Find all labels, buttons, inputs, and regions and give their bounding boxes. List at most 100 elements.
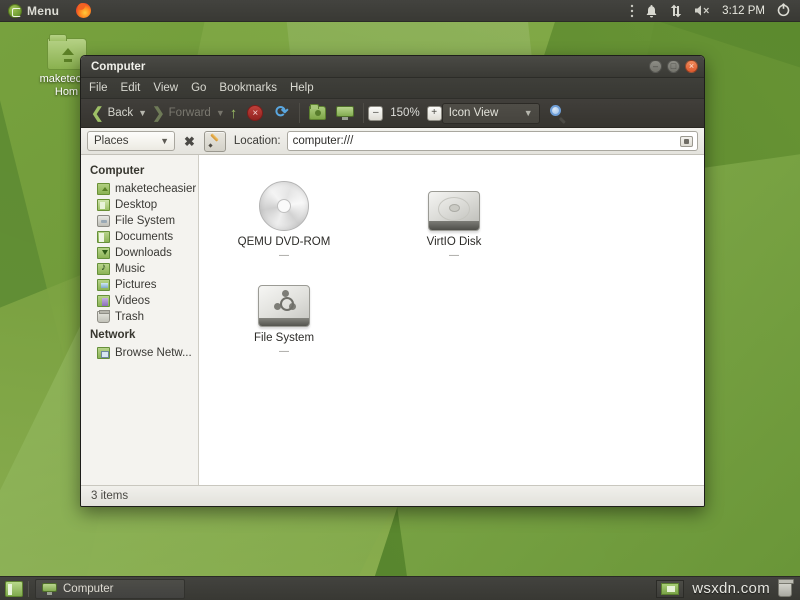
power-settings-icon[interactable]	[776, 3, 791, 18]
menu-go[interactable]: Go	[191, 82, 206, 94]
file-list-pane[interactable]: QEMU DVD-ROM — VirtIO Disk — File System…	[199, 155, 704, 485]
menu-edit[interactable]: Edit	[121, 82, 141, 94]
places-select[interactable]: Places ▼	[87, 131, 175, 151]
workspace-switcher-icon[interactable]	[656, 580, 684, 598]
location-bar: Places ▼ ✖ Location: computer:///	[81, 128, 704, 155]
sidebar-item-label: Trash	[115, 311, 144, 323]
menu-help[interactable]: Help	[290, 82, 314, 94]
up-arrow-icon: ↑	[230, 106, 238, 121]
file-item-sublabel: —	[369, 250, 539, 261]
cdrom-icon	[199, 177, 369, 231]
volume-muted-icon[interactable]	[694, 4, 711, 17]
trash-icon[interactable]	[778, 581, 792, 597]
menu-bar: File Edit View Go Bookmarks Help	[81, 78, 704, 99]
sidebar-item-videos[interactable]: Videos	[81, 293, 198, 309]
chevron-left-icon: ❮	[91, 106, 104, 121]
notification-bell-icon[interactable]	[645, 4, 658, 18]
dots-menu-icon[interactable]	[630, 4, 634, 18]
music-folder-icon	[97, 263, 110, 275]
places-sidebar: Computer maketecheasier Desktop File Sys…	[81, 155, 199, 485]
back-history-dropdown[interactable]: ▼	[138, 108, 147, 118]
zoom-in-button[interactable]: +	[427, 106, 442, 121]
close-button[interactable]: ×	[685, 60, 698, 73]
maximize-glyph: □	[668, 61, 679, 72]
minimize-glyph: –	[650, 61, 661, 72]
computer-button[interactable]	[331, 101, 359, 125]
sidebar-item-music[interactable]: Music	[81, 261, 198, 277]
sidebar-item-label: Downloads	[115, 247, 172, 259]
zoom-level-label: 150%	[383, 107, 426, 119]
sidebar-item-label: Pictures	[115, 279, 157, 291]
location-value: computer:///	[293, 135, 354, 147]
sidebar-item-desktop[interactable]: Desktop	[81, 197, 198, 213]
zoom-out-button[interactable]: –	[368, 106, 383, 121]
firefox-icon[interactable]	[76, 3, 91, 18]
sidebar-item-trash[interactable]: Trash	[81, 309, 198, 325]
computer-icon	[336, 106, 354, 120]
reload-icon: ⟳	[273, 105, 290, 122]
sidebar-item-label: Documents	[115, 231, 173, 243]
menu-file[interactable]: File	[89, 82, 108, 94]
status-text: 3 items	[91, 490, 128, 502]
view-mode-value: Icon View	[449, 107, 499, 119]
clear-field-icon[interactable]	[680, 136, 693, 147]
documents-folder-icon	[97, 231, 110, 243]
forward-button[interactable]: ❯ Forward	[147, 101, 216, 125]
maximize-button[interactable]: □	[667, 60, 680, 73]
taskbar-item-computer[interactable]: Computer	[35, 579, 185, 599]
up-button[interactable]: ↑	[225, 101, 243, 125]
back-button[interactable]: ❮ Back	[86, 101, 138, 125]
pencil-edit-icon	[209, 135, 221, 147]
location-input[interactable]: computer:///	[287, 131, 698, 151]
videos-folder-icon	[97, 295, 110, 307]
network-updown-icon[interactable]	[669, 4, 683, 18]
file-item-file-system[interactable]: File System —	[199, 265, 369, 361]
file-item-dvd[interactable]: QEMU DVD-ROM —	[199, 169, 369, 265]
computer-window-icon	[42, 583, 57, 595]
sidebar-item-label: maketecheasier	[115, 183, 196, 195]
home-folder-icon	[309, 106, 326, 120]
stop-button[interactable]: ×	[242, 101, 268, 125]
sidebar-item-label: Desktop	[115, 199, 157, 211]
show-desktop-icon[interactable]	[5, 581, 23, 597]
window-controls: – □ ×	[649, 60, 698, 73]
sidebar-item-file-system[interactable]: File System	[81, 213, 198, 229]
file-item-label: VirtIO Disk	[369, 236, 539, 248]
sidebar-item-label: Videos	[115, 295, 150, 307]
clock-label[interactable]: 3:12 PM	[722, 5, 765, 17]
chevron-right-icon: ❯	[152, 106, 165, 121]
home-button[interactable]	[304, 101, 331, 125]
back-label: Back	[108, 107, 134, 119]
window-titlebar[interactable]: Computer – □ ×	[81, 56, 704, 78]
sidebar-item-label: File System	[115, 215, 175, 227]
edit-path-button[interactable]	[204, 131, 226, 152]
window-title: Computer	[87, 61, 145, 73]
close-sidebar-button[interactable]: ✖	[181, 135, 198, 148]
sidebar-group-network-header: Network	[81, 325, 198, 345]
panel-right-area: wsxdn.com	[656, 580, 800, 598]
minimize-button[interactable]: –	[649, 60, 662, 73]
sidebar-item-pictures[interactable]: Pictures	[81, 277, 198, 293]
top-panel: Menu 3:12 PM	[0, 0, 800, 22]
menu-button[interactable]: Menu	[0, 0, 67, 22]
forward-history-dropdown[interactable]: ▼	[216, 108, 225, 118]
menu-bookmarks[interactable]: Bookmarks	[219, 82, 277, 94]
sidebar-item-label: Music	[115, 263, 145, 275]
search-icon[interactable]	[549, 104, 567, 122]
sidebar-group-computer-header: Computer	[81, 161, 198, 181]
sidebar-item-downloads[interactable]: Downloads	[81, 245, 198, 261]
sidebar-item-browse-network[interactable]: Browse Netw...	[81, 345, 198, 361]
system-tray: 3:12 PM	[630, 3, 800, 18]
location-label: Location:	[232, 135, 281, 147]
toolbar: ❮ Back ▼ ❯ Forward ▼ ↑ × ⟳ – 150% + I	[81, 99, 704, 128]
file-item-virtio-disk[interactable]: VirtIO Disk —	[369, 169, 539, 265]
toolbar-separator	[299, 103, 300, 123]
file-grid: QEMU DVD-ROM — VirtIO Disk — File System…	[199, 169, 704, 361]
sidebar-item-label: Browse Netw...	[115, 347, 192, 359]
sidebar-item-documents[interactable]: Documents	[81, 229, 198, 245]
view-mode-select[interactable]: Icon View ▼	[442, 103, 540, 124]
sidebar-item-maketecheasier[interactable]: maketecheasier	[81, 181, 198, 197]
reload-button[interactable]: ⟳	[268, 101, 295, 125]
menu-view[interactable]: View	[153, 82, 178, 94]
taskbar-item-label: Computer	[63, 583, 114, 595]
